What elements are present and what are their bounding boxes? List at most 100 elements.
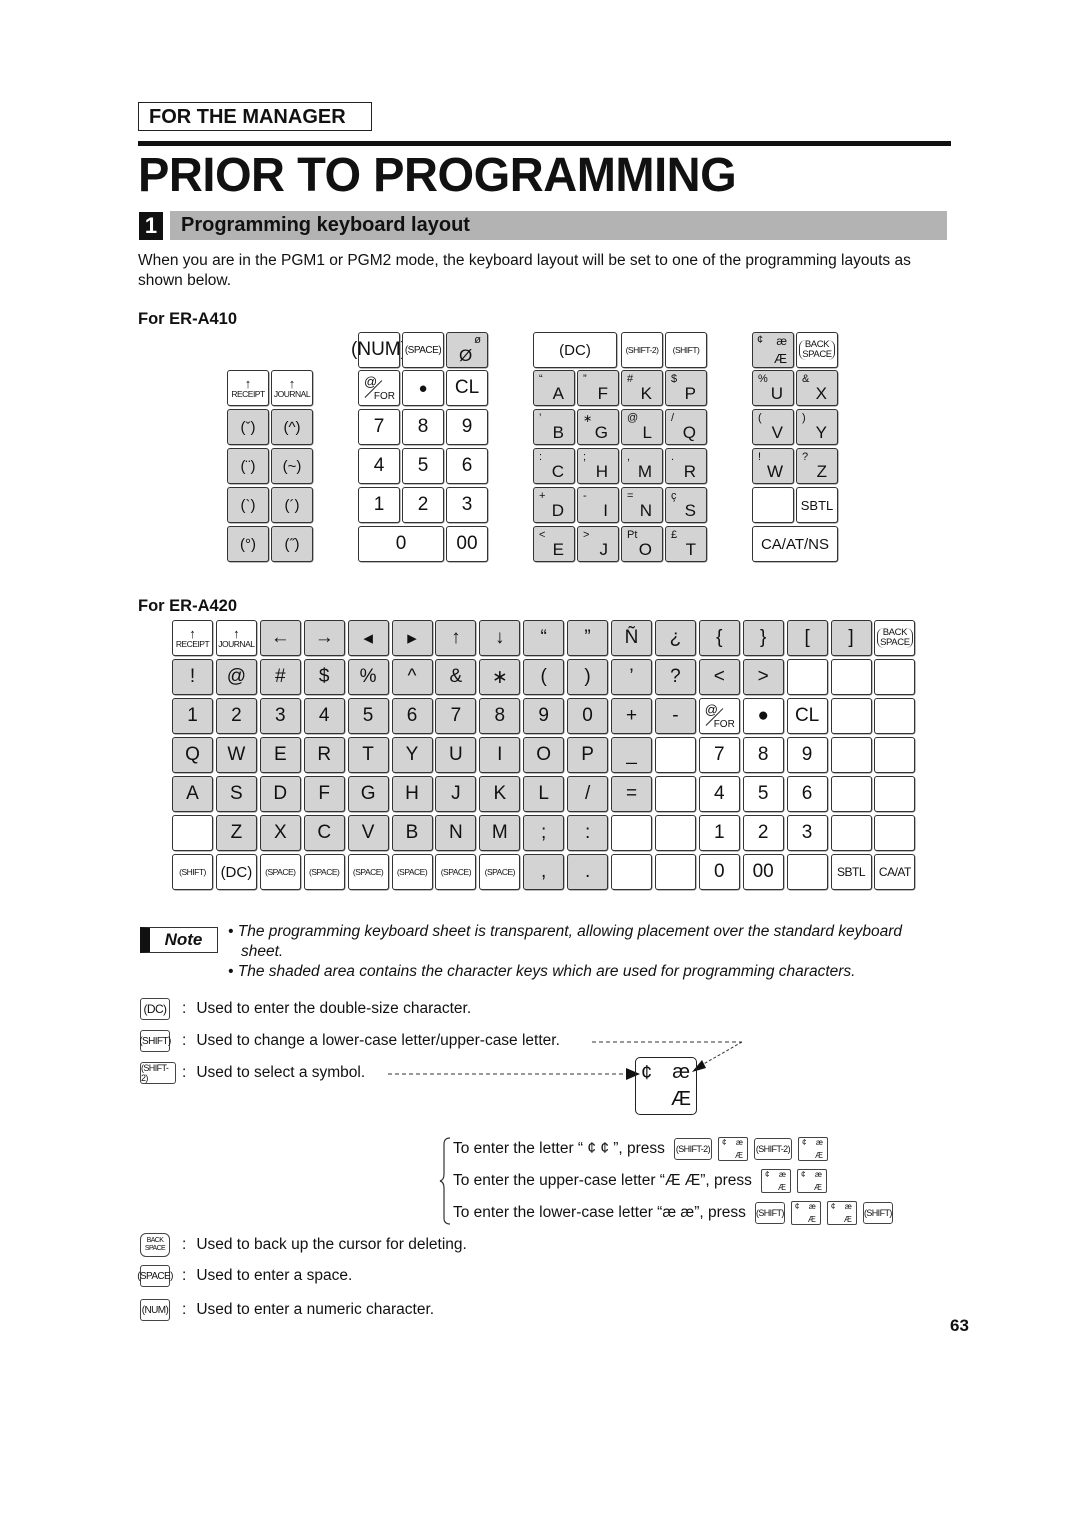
char-key[interactable]: # K — [621, 370, 663, 406]
backspace-key[interactable]: BACK SPACE — [874, 620, 916, 656]
char-key[interactable]: Pt O — [621, 526, 663, 562]
key[interactable]: ◂ — [347, 620, 389, 656]
key[interactable]: ; — [523, 815, 565, 851]
key[interactable]: 00 — [742, 854, 784, 890]
key[interactable]: 8 — [742, 737, 784, 773]
key[interactable]: H — [391, 776, 433, 812]
char-key[interactable]: £ T — [665, 526, 707, 562]
blank-key[interactable] — [830, 659, 872, 695]
key[interactable]: ) — [567, 659, 609, 695]
char-key[interactable]: “A — [533, 370, 575, 406]
accent-key[interactable]: (^) — [271, 409, 313, 445]
digit-key[interactable]: 6 — [446, 448, 488, 484]
blank-key[interactable] — [654, 815, 696, 851]
digit-key[interactable]: 7 — [358, 409, 400, 445]
key[interactable]: > — [742, 659, 784, 695]
char-key[interactable]: ∗ G — [577, 409, 619, 445]
key[interactable]: R — [303, 737, 345, 773]
char-key[interactable]: ’ B — [533, 409, 575, 445]
key[interactable]: (SPACE) — [435, 854, 477, 890]
blank-key[interactable] — [786, 659, 828, 695]
char-key[interactable]: / Q — [665, 409, 707, 445]
key[interactable]: < — [698, 659, 740, 695]
blank-key[interactable] — [752, 487, 794, 523]
char-key[interactable]: (V — [752, 409, 794, 445]
key[interactable]: $ — [303, 659, 345, 695]
key[interactable]: I — [479, 737, 521, 773]
key[interactable]: F — [303, 776, 345, 812]
key[interactable]: S — [215, 776, 257, 812]
key[interactable]: Ñ — [611, 620, 652, 656]
key[interactable]: ? — [654, 659, 696, 695]
ca-at-ns-key[interactable]: CA/AT/NS — [752, 526, 838, 562]
char-key[interactable]: @ L — [621, 409, 663, 445]
key[interactable]: (SPACE) — [259, 854, 301, 890]
key[interactable]: . — [567, 854, 609, 890]
blank-key[interactable] — [874, 776, 916, 812]
char-key[interactable]: = N — [621, 487, 663, 523]
key[interactable]: 5 — [347, 698, 389, 734]
blank-key[interactable] — [611, 854, 652, 890]
key[interactable]: ↑ — [435, 620, 477, 656]
journal-feed-key[interactable]: ↑ JOURNAL — [215, 620, 257, 656]
key[interactable]: 9 — [523, 698, 565, 734]
char-key[interactable]: ) Y — [796, 409, 838, 445]
char-key[interactable]: .R — [665, 448, 707, 484]
key[interactable]: ( — [523, 659, 565, 695]
key[interactable]: (SPACE) — [347, 854, 389, 890]
key[interactable]: & — [435, 659, 477, 695]
key[interactable]: 6 — [786, 776, 828, 812]
key[interactable]: ¿ — [654, 620, 696, 656]
digit-key[interactable]: 2 — [402, 487, 444, 523]
blank-key[interactable] — [830, 737, 872, 773]
blank-key[interactable] — [874, 698, 916, 734]
key[interactable]: 0 — [698, 854, 740, 890]
char-key[interactable]: ; H — [577, 448, 619, 484]
key[interactable]: } — [742, 620, 784, 656]
key[interactable]: (SHIFT) — [172, 854, 213, 890]
accent-key[interactable]: (´) — [271, 487, 313, 523]
space-key[interactable]: (SPACE) — [402, 332, 444, 368]
accent-key[interactable]: (°) — [227, 526, 269, 562]
key[interactable]: O — [523, 737, 565, 773]
zero-key[interactable]: 0 — [358, 526, 444, 562]
key[interactable]: ▸ — [391, 620, 433, 656]
key[interactable]: (SPACE) — [391, 854, 433, 890]
digit-key[interactable]: 8 — [402, 409, 444, 445]
key[interactable]: B — [391, 815, 433, 851]
key[interactable]: 0 — [567, 698, 609, 734]
key[interactable]: K — [479, 776, 521, 812]
key[interactable]: V — [347, 815, 389, 851]
key[interactable]: J — [435, 776, 477, 812]
key[interactable]: 1 — [698, 815, 740, 851]
accent-key[interactable]: (`) — [227, 487, 269, 523]
key[interactable]: X — [259, 815, 301, 851]
key[interactable]: → — [303, 620, 345, 656]
key[interactable]: Y — [391, 737, 433, 773]
key[interactable]: 7 — [435, 698, 477, 734]
blank-key[interactable] — [654, 737, 696, 773]
digit-key[interactable]: 4 — [358, 448, 400, 484]
key[interactable]: ← — [259, 620, 301, 656]
blank-key[interactable] — [654, 776, 696, 812]
blank-key[interactable] — [830, 815, 872, 851]
key[interactable]: _ — [611, 737, 652, 773]
key[interactable]: 9 — [786, 737, 828, 773]
key[interactable]: T — [347, 737, 389, 773]
key[interactable]: % — [347, 659, 389, 695]
key[interactable]: N — [435, 815, 477, 851]
receipt-feed-key[interactable]: ↑ RECEIPT — [172, 620, 213, 656]
key[interactable]: # — [259, 659, 301, 695]
cent-ae-key[interactable]: ¢ æ Æ — [752, 332, 794, 368]
receipt-feed-key[interactable]: ↑ RECEIPT — [227, 370, 269, 406]
key[interactable]: CA/AT — [874, 854, 916, 890]
blank-key[interactable] — [830, 698, 872, 734]
key[interactable]: @ — [215, 659, 257, 695]
blank-key[interactable] — [874, 659, 916, 695]
char-key[interactable]: ” F — [577, 370, 619, 406]
key[interactable]: SBTL — [830, 854, 872, 890]
accent-key[interactable]: (~) — [271, 448, 313, 484]
key[interactable]: M — [479, 815, 521, 851]
accent-key[interactable]: (˝) — [271, 526, 313, 562]
slash-o-key[interactable]: øØ — [446, 332, 488, 368]
